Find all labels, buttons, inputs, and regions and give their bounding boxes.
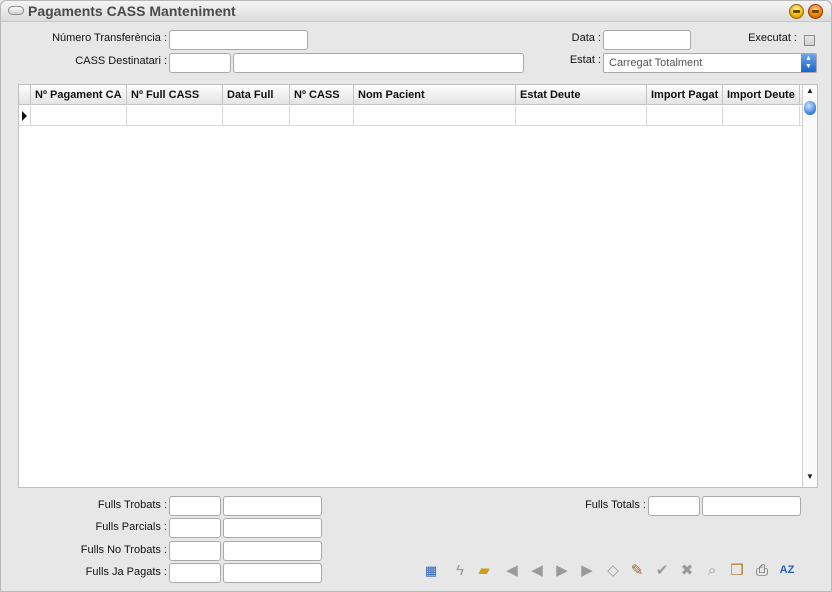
cell-import-pagat[interactable]: [647, 106, 723, 126]
data-label: Data :: [571, 32, 601, 44]
fulls-totals-count-field[interactable]: [648, 496, 700, 516]
chevron-updown-icon[interactable]: ▲ ▼: [801, 54, 816, 72]
sort-az-icon[interactable]: AZ: [778, 561, 796, 579]
previous-record-icon[interactable]: ◀: [528, 561, 546, 579]
fulls-trobats-count-field[interactable]: [169, 496, 221, 516]
edit-icon[interactable]: ✎: [628, 561, 646, 579]
cass-destinatari-name-input[interactable]: [233, 53, 524, 73]
window-menu-icon[interactable]: [8, 6, 24, 15]
cell-import-deute[interactable]: [723, 106, 800, 126]
cancel-icon[interactable]: ✖: [678, 561, 696, 579]
last-record-icon[interactable]: ▶: [578, 561, 596, 579]
current-row-arrow-icon: [22, 111, 27, 121]
scroll-up-icon[interactable]: ▲: [803, 86, 817, 100]
fulls-ja-pagats-label: Fulls Ja Pagats :: [85, 566, 167, 578]
search-icon[interactable]: ⌕: [703, 561, 721, 579]
close-icon: [812, 10, 819, 13]
grid-header: Nº Pagament CA Nº Full CASS Data Full Nº…: [19, 85, 802, 105]
payments-grid: Nº Pagament CA Nº Full CASS Data Full Nº…: [18, 84, 818, 488]
fulls-no-trobats-count-field[interactable]: [169, 541, 221, 561]
fulls-trobats-amount-field[interactable]: [223, 496, 322, 516]
col-header-num-cass[interactable]: Nº CASS: [290, 85, 354, 105]
table-row[interactable]: [19, 106, 802, 126]
scroll-down-icon[interactable]: ▼: [803, 472, 817, 486]
fulls-ja-pagats-count-field[interactable]: [169, 563, 221, 583]
col-header-nom-pacient[interactable]: Nom Pacient: [354, 85, 516, 105]
col-header-estat-deute[interactable]: Estat Deute: [516, 85, 647, 105]
cell-nom-pacient[interactable]: [354, 106, 516, 126]
title-bar[interactable]: Pagaments CASS Manteniment: [1, 1, 831, 22]
fulls-ja-pagats-amount-field[interactable]: [223, 563, 322, 583]
minimize-button[interactable]: [789, 4, 804, 19]
col-header-import-pagat[interactable]: Import Pagat: [647, 85, 723, 105]
numero-transferencia-input[interactable]: [169, 30, 308, 50]
cell-data-full[interactable]: [223, 106, 290, 126]
data-input[interactable]: [603, 30, 691, 50]
executat-label: Executat :: [748, 32, 797, 44]
confirm-icon[interactable]: ✔: [653, 561, 671, 579]
folder-open-icon[interactable]: ▰: [475, 561, 493, 579]
window-title: Pagaments CASS Manteniment: [28, 3, 236, 19]
executat-checkbox[interactable]: [804, 35, 815, 46]
fulls-parcials-label: Fulls Parcials :: [95, 521, 167, 533]
book-icon[interactable]: ❒: [728, 561, 746, 579]
fulls-no-trobats-amount-field[interactable]: [223, 541, 322, 561]
cell-num-cass[interactable]: [290, 106, 354, 126]
grid-vertical-scrollbar[interactable]: ▲ ▼: [802, 85, 817, 487]
cass-destinatari-code-input[interactable]: [169, 53, 231, 73]
cell-num-pagament[interactable]: [31, 106, 127, 126]
minimize-icon: [793, 10, 800, 13]
col-header-import-deute[interactable]: Import Deute: [723, 85, 800, 105]
calculator-icon[interactable]: ▦: [422, 561, 440, 579]
lightning-icon[interactable]: ϟ: [451, 561, 469, 579]
fulls-totals-amount-field[interactable]: [702, 496, 801, 516]
fulls-parcials-count-field[interactable]: [169, 518, 221, 538]
close-button[interactable]: [808, 4, 823, 19]
next-record-icon[interactable]: ▶: [553, 561, 571, 579]
numero-transferencia-label: Número Transferència :: [52, 32, 167, 44]
col-header-data-full[interactable]: Data Full: [223, 85, 290, 105]
estat-label: Estat :: [569, 54, 601, 66]
fulls-totals-label: Fulls Totals :: [585, 499, 646, 511]
fulls-no-trobats-label: Fulls No Trobats :: [80, 544, 167, 556]
fulls-parcials-amount-field[interactable]: [223, 518, 322, 538]
estat-select[interactable]: Carregat Totalment ▲ ▼: [603, 53, 817, 73]
current-row-indicator: [19, 106, 31, 126]
fulls-trobats-label: Fulls Trobats :: [97, 499, 167, 511]
col-header-num-pagament[interactable]: Nº Pagament CA: [31, 85, 127, 105]
scroll-thumb[interactable]: [804, 101, 816, 115]
row-indicator-header: [19, 85, 31, 105]
cell-estat-deute[interactable]: [516, 106, 647, 126]
cass-destinatari-label: CASS Destinatari :: [75, 55, 167, 67]
estat-selected-value: Carregat Totalment: [609, 57, 703, 69]
eraser-icon[interactable]: ◇: [604, 561, 622, 579]
col-header-num-full[interactable]: Nº Full CASS: [127, 85, 223, 105]
cell-num-full[interactable]: [127, 106, 223, 126]
first-record-icon[interactable]: ◀: [503, 561, 521, 579]
print-icon[interactable]: ⎙: [753, 561, 771, 579]
main-window: Pagaments CASS Manteniment Número Transf…: [0, 0, 832, 592]
